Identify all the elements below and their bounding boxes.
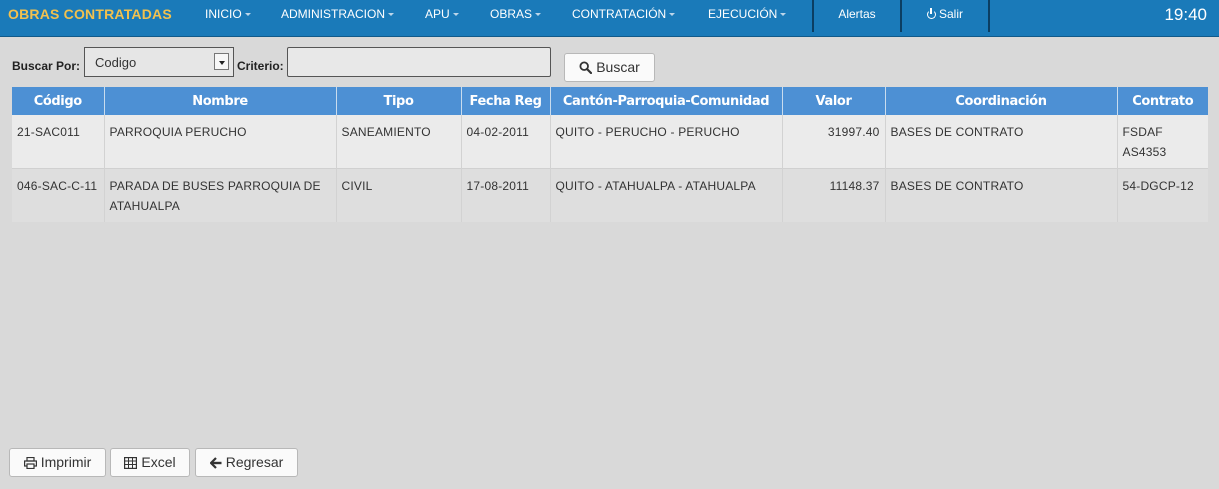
cell-contrato: 54-DGCP-12	[1116, 168, 1208, 222]
buscar-por-select[interactable]: Codigo	[84, 47, 234, 77]
results-table: Código Nombre Tipo Fecha Reg Cantón-Parr…	[12, 87, 1208, 222]
app-brand[interactable]: OBRAS CONTRATADAS	[8, 0, 172, 29]
alerts-label: Alertas	[838, 7, 876, 21]
header-tipo[interactable]: Tipo	[335, 87, 461, 115]
header-coordinacion[interactable]: Coordinación	[884, 87, 1117, 115]
back-button[interactable]: Regresar	[195, 448, 298, 477]
cell-fecha: 04-02-2011	[460, 115, 550, 169]
header-fecha-reg[interactable]: Fecha Reg	[460, 87, 550, 115]
caret-down-icon	[452, 13, 459, 17]
table-icon	[124, 457, 138, 469]
cell-nombre: PARADA DE BUSES PARROQUIA DE ATAHUALPA	[103, 168, 336, 222]
print-icon	[23, 457, 37, 469]
header-nombre[interactable]: Nombre	[103, 87, 336, 115]
logout-button[interactable]: Salir	[902, 0, 988, 29]
back-button-label: Regresar	[225, 454, 284, 470]
caret-down-icon	[535, 13, 542, 17]
buscar-por-label: Buscar Por:	[12, 59, 81, 73]
header-codigo[interactable]: Código	[12, 87, 104, 115]
buscar-button[interactable]: Buscar	[564, 53, 655, 82]
search-icon	[579, 61, 593, 74]
print-button-label: Imprimir	[40, 454, 92, 470]
cell-nombre: PARROQUIA PERUCHO	[103, 115, 336, 169]
cell-contrato: FSDAF AS4353	[1116, 115, 1208, 169]
nav-separator	[988, 0, 990, 32]
cell-fecha: 17-08-2011	[460, 168, 550, 222]
menu-administracion[interactable]: ADMINISTRACION	[281, 0, 395, 29]
selected-option: Codigo	[95, 55, 137, 70]
menu-inicio-label: INICIO	[205, 7, 242, 21]
cell-valor: 31997.40	[781, 115, 885, 169]
menu-obras[interactable]: OBRAS	[490, 0, 542, 29]
menu-obras-label: OBRAS	[490, 7, 533, 21]
menu-inicio[interactable]: INICIO	[205, 0, 251, 29]
menu-ejecucion-label: EJECUCIÓN	[708, 7, 778, 21]
cell-tipo: SANEAMIENTO	[335, 115, 461, 169]
menu-contratacion-label: CONTRATACIÓN	[572, 7, 667, 21]
arrow-left-icon	[209, 457, 222, 469]
caret-down-icon	[780, 13, 787, 17]
cell-codigo: 046-SAC-C-11	[12, 168, 104, 222]
power-icon	[926, 8, 936, 19]
top-navbar: OBRAS CONTRATADAS INICIO ADMINISTRACION …	[0, 0, 1219, 37]
criterio-input[interactable]	[287, 47, 551, 77]
cell-valor: 11148.37	[781, 168, 885, 222]
header-valor[interactable]: Valor	[781, 87, 885, 115]
table-row[interactable]: 21-SAC011 PARROQUIA PERUCHO SANEAMIENTO …	[12, 115, 1208, 169]
cell-coordinacion: BASES DE CONTRATO	[884, 115, 1117, 169]
cell-coordinacion: BASES DE CONTRATO	[884, 168, 1117, 222]
cell-ubicacion: QUITO - PERUCHO - PERUCHO	[549, 115, 782, 169]
criterio-label: Criterio:	[237, 59, 284, 73]
menu-ejecucion[interactable]: EJECUCIÓN	[708, 0, 787, 29]
logout-label: Salir	[938, 7, 963, 21]
menu-apu[interactable]: APU	[425, 0, 459, 29]
menu-contratacion[interactable]: CONTRATACIÓN	[572, 0, 676, 29]
chevron-down-icon[interactable]	[214, 53, 229, 70]
table-header-row: Código Nombre Tipo Fecha Reg Cantón-Parr…	[12, 87, 1208, 115]
cell-ubicacion: QUITO - ATAHUALPA - ATAHUALPA	[549, 168, 782, 222]
clock: 19:40	[1164, 5, 1207, 24]
caret-down-icon	[669, 13, 676, 17]
menu-apu-label: APU	[425, 7, 450, 21]
print-button[interactable]: Imprimir	[9, 448, 106, 477]
menu-administracion-label: ADMINISTRACION	[281, 7, 386, 21]
cell-codigo: 21-SAC011	[12, 115, 104, 169]
caret-down-icon	[388, 13, 395, 17]
caret-down-icon	[244, 13, 251, 17]
excel-button[interactable]: Excel	[110, 448, 190, 477]
cell-tipo: CIVIL	[335, 168, 461, 222]
buscar-button-label: Buscar	[596, 59, 640, 75]
excel-button-label: Excel	[141, 454, 176, 470]
header-ubicacion[interactable]: Cantón-Parroquia-Comunidad	[549, 87, 782, 115]
alerts-button[interactable]: Alertas	[814, 0, 900, 29]
header-contrato[interactable]: Contrato	[1116, 87, 1208, 115]
table-row[interactable]: 046-SAC-C-11 PARADA DE BUSES PARROQUIA D…	[12, 168, 1208, 222]
